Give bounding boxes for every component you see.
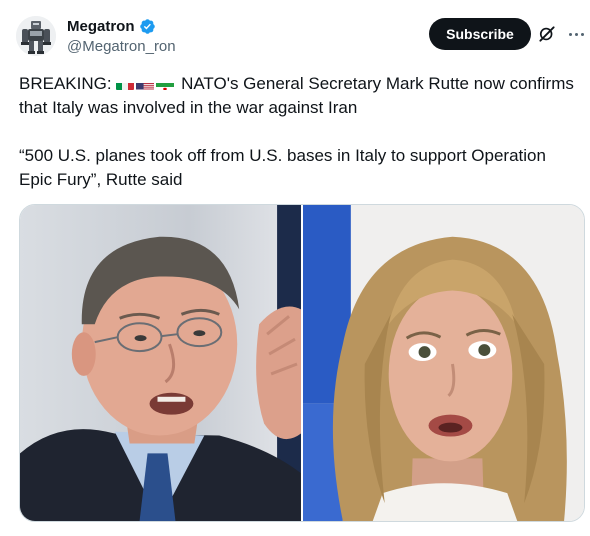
robot-avatar-icon [16, 16, 56, 56]
tweet-quote-line-1: “500 U.S. planes took off from U.S. base… [19, 146, 546, 165]
woman-surprised-image [303, 205, 584, 521]
usa-flag-icon [136, 78, 155, 90]
woman-surprised-photo[interactable] [303, 205, 584, 521]
man-speaking-photo[interactable] [20, 205, 301, 521]
tweet-text: BREAKING: NATO's General Secretary Mark … [19, 72, 579, 192]
more-dot [568, 32, 572, 36]
author-display-name[interactable]: Megatron [67, 17, 135, 36]
author-handle[interactable]: @Megatron_ron [67, 37, 176, 57]
author-avatar[interactable] [16, 16, 56, 56]
italy-flag-icon [116, 78, 135, 90]
more-dot [574, 32, 578, 36]
more-dot [580, 32, 584, 36]
iran-flag-icon [156, 78, 175, 90]
tweet-line-1: BREAKING: NATO's General Secretary Mark … [19, 72, 579, 96]
tweet-quote-line-2: Epic Fury”, Rutte said [19, 170, 183, 189]
name-row: Megatron [67, 17, 176, 36]
grok-icon[interactable] [537, 24, 557, 44]
verified-badge-icon[interactable] [139, 18, 156, 35]
tweet-header: Megatron @Megatron_ron Subscribe [16, 14, 584, 62]
subscribe-button[interactable]: Subscribe [429, 18, 531, 50]
more-options-icon[interactable] [566, 24, 586, 44]
tweet-media[interactable] [19, 204, 585, 522]
tweet-line-2: that Italy was involved in the war again… [19, 98, 358, 117]
tweet-line-1-text: NATO's General Secretary Mark Rutte now … [181, 74, 574, 93]
man-speaking-image [20, 205, 301, 521]
breaking-label: BREAKING: [19, 74, 112, 93]
author-info[interactable]: Megatron @Megatron_ron [67, 17, 176, 57]
